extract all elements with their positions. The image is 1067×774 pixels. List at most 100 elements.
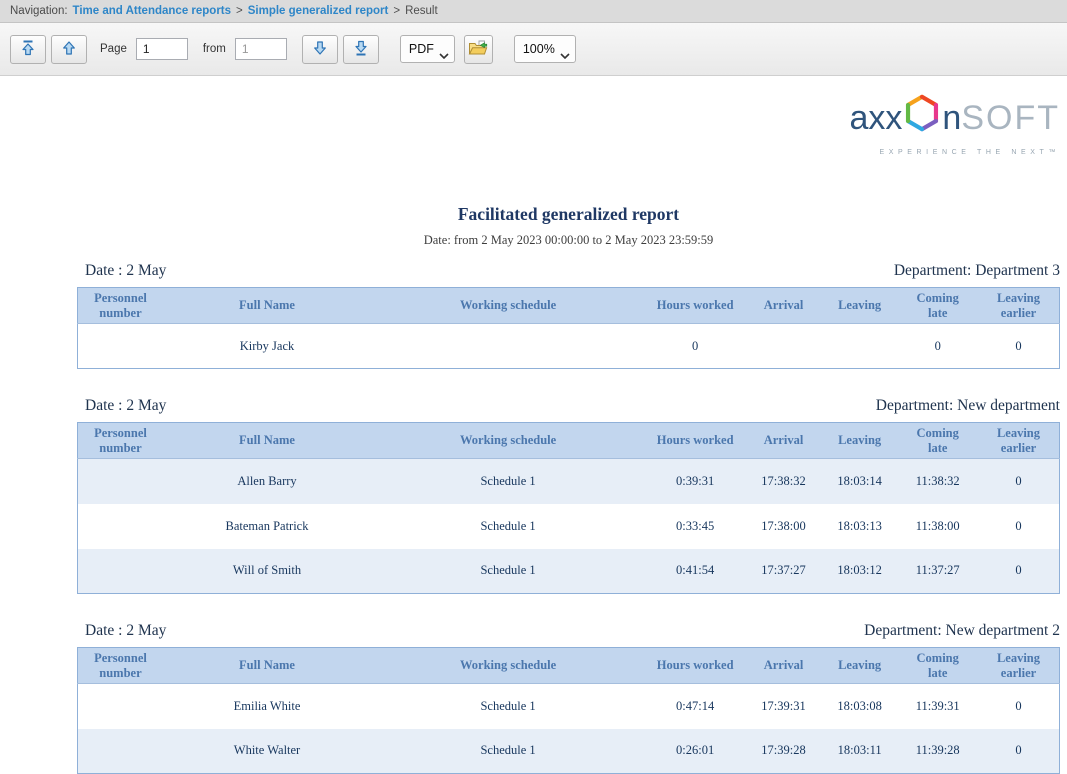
cell-leaving-earlier: 0 [978,549,1060,594]
cell-arrival: 17:39:28 [745,729,822,774]
cell-working-schedule: Schedule 1 [371,729,645,774]
arrow-up-to-line-icon [21,40,35,59]
arrow-down-to-line-icon [354,40,368,59]
section-date-label: Date : 2 May [85,396,166,416]
cell-hours-worked: 0 [645,324,745,369]
cell-coming-late: 11:38:32 [897,459,978,504]
cell-leaving: 18:03:12 [822,549,898,594]
cell-working-schedule: Schedule 1 [371,504,645,549]
cell-full-name: White Walter [163,729,371,774]
column-header: Leaving earlier [978,648,1060,684]
cell-full-name: Bateman Patrick [163,504,371,549]
nav-link-simple-generalized-report[interactable]: Simple generalized report [248,5,389,17]
column-header: Personnel number [78,648,163,684]
export-format-select-wrap: PDF [400,35,455,63]
zoom-select[interactable]: 100% [514,35,576,63]
cell-personnel-number [78,549,163,594]
last-page-button[interactable] [343,35,379,64]
cell-hours-worked: 0:47:14 [645,684,745,729]
table-row: Kirby Jack000 [78,324,1060,369]
column-header: Full Name [163,288,371,324]
cell-coming-late: 11:39:28 [897,729,978,774]
cell-hours-worked: 0:33:45 [645,504,745,549]
table-header-row: Personnel numberFull NameWorking schedul… [78,423,1060,459]
cell-personnel-number [78,459,163,504]
report-sections: Date : 2 May Department: Department 3 Pe… [77,261,1060,774]
next-page-button[interactable] [302,35,338,64]
cell-arrival: 17:38:32 [745,459,822,504]
section-date-label: Date : 2 May [85,261,166,281]
column-header: Leaving [822,648,898,684]
column-header: Working schedule [371,288,645,324]
column-header: Hours worked [645,423,745,459]
page-label: Page [100,43,127,55]
cell-full-name: Will of Smith [163,549,371,594]
zoom-select-wrap: 100% [514,35,576,63]
cell-arrival: 17:38:00 [745,504,822,549]
column-header: Hours worked [645,648,745,684]
breadcrumb-separator: > [236,5,243,17]
arrow-down-icon [313,40,327,59]
nav-link-time-attendance-reports[interactable]: Time and Attendance reports [73,5,231,17]
logo-text-n: n [942,98,961,138]
export-folder-icon [468,39,488,60]
cell-coming-late: 11:37:27 [897,549,978,594]
arrow-up-icon [62,40,76,59]
logo-hexagon-icon [903,92,941,143]
table-row: White WalterSchedule 10:26:0117:39:2818:… [78,729,1060,774]
cell-leaving [822,324,898,369]
column-header: Arrival [745,423,822,459]
column-header: Full Name [163,648,371,684]
column-header: Coming late [897,648,978,684]
cell-personnel-number [78,504,163,549]
navigation-label: Navigation: [10,5,68,17]
report-table: Personnel numberFull NameWorking schedul… [77,287,1060,369]
export-button[interactable] [464,35,493,64]
section-header: Date : 2 May Department: New department [77,396,1060,422]
section-department-label: Department: New department 2 [864,621,1060,641]
cell-full-name: Allen Barry [163,459,371,504]
cell-coming-late: 11:38:00 [897,504,978,549]
cell-working-schedule [371,324,645,369]
first-page-button[interactable] [10,35,46,64]
page-number-input[interactable] [136,38,188,60]
report-table: Personnel numberFull NameWorking schedul… [77,422,1060,594]
cell-working-schedule: Schedule 1 [371,549,645,594]
report-section: Date : 2 May Department: Department 3 Pe… [77,261,1060,369]
section-date-label: Date : 2 May [85,621,166,641]
column-header: Hours worked [645,288,745,324]
cell-arrival: 17:39:31 [745,684,822,729]
column-header: Personnel number [78,423,163,459]
cell-working-schedule: Schedule 1 [371,459,645,504]
section-department-label: Department: Department 3 [894,261,1060,281]
total-pages-input[interactable] [235,38,287,60]
cell-hours-worked: 0:26:01 [645,729,745,774]
table-row: Will of SmithSchedule 10:41:5417:37:2718… [78,549,1060,594]
table-row: Allen BarrySchedule 10:39:3117:38:3218:0… [78,459,1060,504]
cell-hours-worked: 0:39:31 [645,459,745,504]
cell-working-schedule: Schedule 1 [371,684,645,729]
axxonsoft-logo: axx nSOFT EXPERIENCE THE NEXT™ [77,92,1060,156]
column-header: Full Name [163,423,371,459]
cell-leaving-earlier: 0 [978,684,1060,729]
breadcrumb-current: Result [405,5,438,17]
previous-page-button[interactable] [51,35,87,64]
report-date-range: Date: from 2 May 2023 00:00:00 to 2 May … [77,233,1060,248]
column-header: Coming late [897,288,978,324]
report-content: axx nSOFT EXPERIENCE THE NEXT™ Facilitat… [0,76,1067,774]
report-title: Facilitated generalized report [77,204,1060,225]
cell-leaving-earlier: 0 [978,459,1060,504]
navigation-bar: Navigation: Time and Attendance reports … [0,0,1067,23]
cell-arrival [745,324,822,369]
table-header-row: Personnel numberFull NameWorking schedul… [78,648,1060,684]
column-header: Leaving earlier [978,423,1060,459]
report-table: Personnel numberFull NameWorking schedul… [77,647,1060,774]
report-toolbar: Page from PDF 100% [0,23,1067,76]
report-section: Date : 2 May Department: New department … [77,396,1060,594]
export-format-select[interactable]: PDF [400,35,455,63]
cell-personnel-number [78,684,163,729]
logo-text-soft: SOFT [961,98,1060,138]
table-row: Bateman PatrickSchedule 10:33:4517:38:00… [78,504,1060,549]
table-row: Emilia WhiteSchedule 10:47:1417:39:3118:… [78,684,1060,729]
cell-leaving: 18:03:08 [822,684,898,729]
